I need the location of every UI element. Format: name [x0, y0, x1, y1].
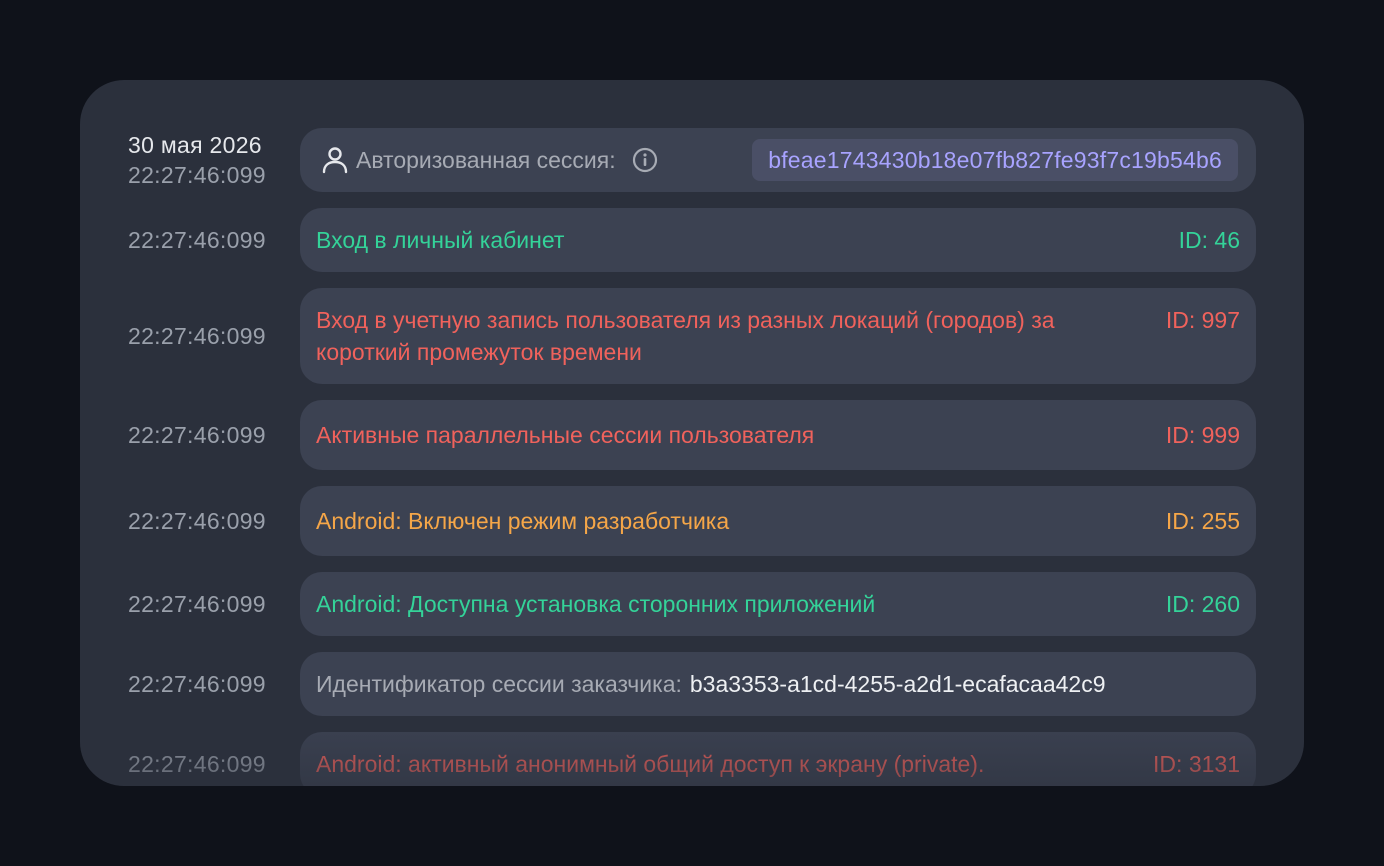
event-card[interactable]: Android: активный анонимный общий доступ… [300, 732, 1256, 786]
event-time: 22:27:46:099 [128, 422, 266, 448]
event-message: Активные параллельные сессии пользовател… [316, 422, 815, 448]
event-log-panel: 30 мая 2026 22:27:46:099 Авторизованная … [80, 80, 1304, 786]
customer-session-card[interactable]: Идентификатор сессии заказчика: b3a3353-… [300, 652, 1256, 716]
event-card[interactable]: Активные параллельные сессии пользовател… [300, 400, 1256, 470]
event-row: 22:27:46:099 Активные параллельные сесси… [128, 400, 1256, 470]
event-id: ID: 999 [1165, 422, 1240, 448]
event-time: 22:27:46:099 [128, 323, 266, 349]
event-id: ID: 260 [1165, 591, 1240, 617]
user-icon [320, 145, 350, 175]
customer-session-value: b3a3353-a1cd-4255-a2d1-ecafacaa42c9 [689, 671, 1106, 697]
event-id: ID: 997 [1165, 307, 1240, 333]
event-message: Android: Доступна установка сторонних пр… [316, 591, 876, 617]
event-message: Вход в учетную запись пользователя из ра… [316, 307, 1055, 365]
event-time: 22:27:46:099 [128, 751, 266, 777]
session-row: 30 мая 2026 22:27:46:099 Авторизованная … [128, 128, 1256, 192]
session-hash[interactable]: bfeae1743430b18e07fb827fe93f7c19b54b6 [752, 139, 1238, 181]
event-card[interactable]: Android: Включен режим разработчика ID: … [300, 486, 1256, 556]
event-message: Android: Включен режим разработчика [316, 508, 730, 534]
event-message: Android: активный анонимный общий доступ… [316, 751, 985, 777]
customer-session-row: 22:27:46:099 Идентификатор сессии заказч… [128, 652, 1256, 716]
event-time: 22:27:46:099 [128, 508, 266, 534]
event-row: 22:27:46:099 Android: Доступна установка… [128, 572, 1256, 636]
event-time: 22:27:46:099 [128, 227, 266, 253]
event-card[interactable]: Android: Доступна установка сторонних пр… [300, 572, 1256, 636]
event-card[interactable]: Вход в личный кабинет ID: 46 [300, 208, 1256, 272]
event-id: ID: 46 [1178, 227, 1240, 253]
event-row: 22:27:46:099 Вход в учетную запись польз… [128, 288, 1256, 384]
session-date: 30 мая 2026 [128, 132, 262, 158]
event-time: 22:27:46:099 [128, 591, 266, 617]
event-row: 22:27:46:099 Android: активный анонимный… [128, 732, 1256, 786]
event-row: 22:27:46:099 Android: Включен режим разр… [128, 486, 1256, 556]
session-label: Авторизованная сессия: [356, 147, 616, 173]
event-message: Вход в личный кабинет [316, 227, 565, 253]
info-icon[interactable] [632, 147, 658, 173]
session-card: Авторизованная сессия: bfeae1743430b18e0… [300, 128, 1256, 192]
session-time: 22:27:46:099 [128, 162, 266, 188]
event-id: ID: 3131 [1153, 751, 1240, 777]
event-card[interactable]: Вход в учетную запись пользователя из ра… [300, 288, 1256, 384]
event-id: ID: 255 [1165, 508, 1240, 534]
customer-session-label: Идентификатор сессии заказчика: [316, 671, 682, 697]
customer-session-time: 22:27:46:099 [128, 671, 266, 697]
event-row: 22:27:46:099 Вход в личный кабинет ID: 4… [128, 208, 1256, 272]
event-log-list: 30 мая 2026 22:27:46:099 Авторизованная … [128, 128, 1256, 786]
session-timestamp: 30 мая 2026 22:27:46:099 [128, 130, 300, 190]
